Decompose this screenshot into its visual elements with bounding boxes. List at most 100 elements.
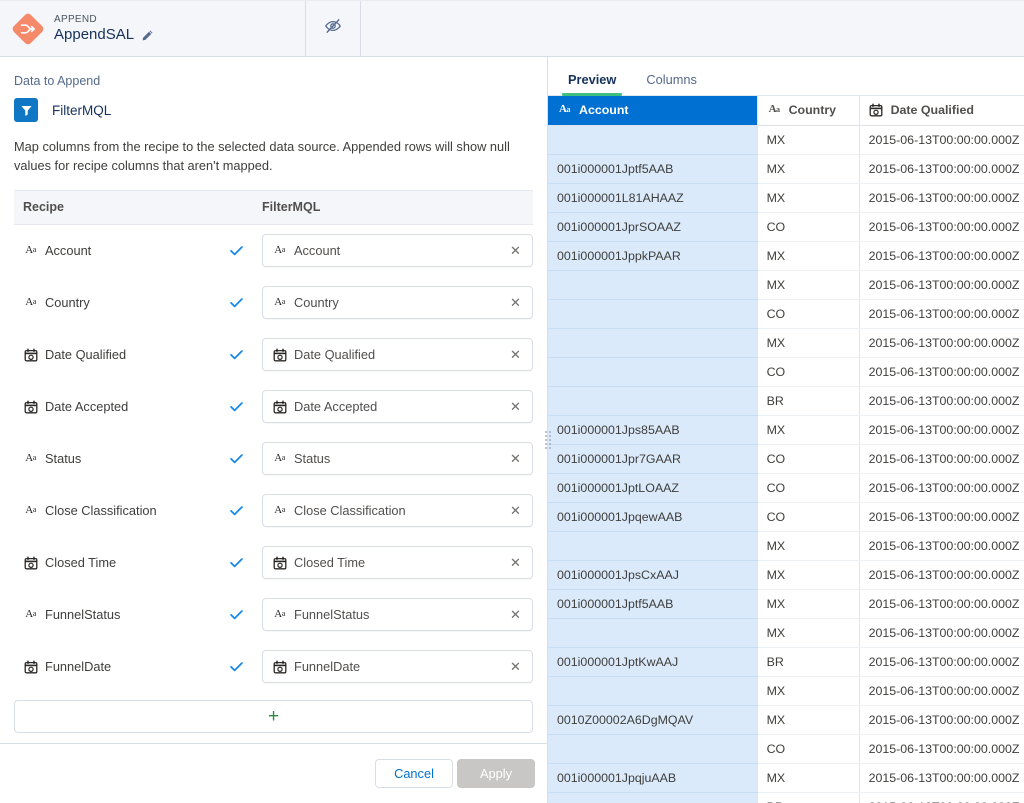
grid-cell: 2015-06-13T00:00:00.000Z	[859, 154, 1024, 184]
apply-button: Apply	[457, 759, 535, 788]
close-icon[interactable]: ✕	[508, 295, 523, 310]
text-type-icon: Aa	[274, 607, 285, 620]
mapping-status-check	[210, 555, 262, 570]
target-column-label: FunnelDate	[294, 659, 361, 675]
grid-column-header[interactable]: Aa Account	[548, 96, 758, 126]
grid-cell: 2015-06-13T00:00:00.000Z	[859, 270, 1024, 300]
data-to-append-label: Data to Append	[14, 74, 101, 88]
close-icon[interactable]: ✕	[508, 243, 523, 258]
target-column-select[interactable]: Aa Close Classification ✕	[262, 494, 533, 528]
mapping-panel: Data to Append FilterMQL Map columns fro…	[0, 57, 551, 803]
mapping-rows: Aa Account Aa Account ✕ Aa Country Aa Country ✕ Da…	[14, 225, 533, 693]
grid-cell: 2015-06-13T00:00:00.000Z	[859, 415, 1024, 445]
preview-grid: AaAccountAaCountryDate QualifiedDate MX2…	[548, 96, 1024, 803]
grid-cell: BR	[757, 792, 860, 803]
tab-columns[interactable]: Columns	[643, 72, 700, 95]
grid-cell: 2015-06-13T00:00:00.000Z	[859, 589, 1024, 619]
toggle-preview-button[interactable]	[306, 1, 361, 56]
grid-header-row: AaAccountAaCountryDate QualifiedDate	[548, 96, 1024, 126]
grid-cell: MX	[757, 183, 860, 213]
date-type-icon	[272, 659, 287, 674]
text-type-icon: Aa	[25, 295, 36, 308]
grid-row: MX2015-06-13T00:00:00.000Z2015-06	[548, 125, 1024, 155]
pencil-icon[interactable]	[141, 29, 154, 42]
selected-source-row[interactable]: FilterMQL	[14, 98, 533, 122]
cancel-button[interactable]: Cancel	[375, 759, 453, 788]
grid-row: 0010Z00002A6DgMQAV MX 2015-06-13T00:00:00.…	[548, 705, 1024, 735]
filter-funnel-icon	[14, 98, 38, 122]
append-node-editor: APPEND AppendSAL Data to Append FilterMQ…	[0, 0, 1024, 803]
recipe-column-label: Closed Time	[45, 555, 117, 571]
recipe-column-name: Aa Account	[14, 243, 210, 258]
pane-resize-handle[interactable]	[544, 429, 553, 451]
grid-row: CO2015-06-13T00:00:00.000Z2015-06	[548, 357, 1024, 387]
target-column-select[interactable]: Aa Country ✕	[262, 286, 533, 320]
add-mapping-button[interactable]: +	[14, 699, 533, 733]
target-column-select[interactable]: Aa Status ✕	[262, 442, 533, 476]
tab-preview[interactable]: Preview	[561, 72, 623, 96]
preview-panel: Preview Columns Aa Account Aa Country Date Qu…	[548, 57, 1024, 803]
grid-column-header[interactable]: Aa Country	[757, 96, 860, 126]
grid-cell: MX	[757, 589, 860, 619]
eye-slash-icon	[324, 17, 342, 40]
grid-row: 001i000001L81AHAAZ MX 2015-06-13T00:00:00.…	[548, 183, 1024, 213]
grid-column-header[interactable]: Date Qualified	[859, 96, 1024, 126]
grid-row: MX2015-06-13T00:00:00.000Z2015-06	[548, 618, 1024, 648]
grid-cell: CO	[757, 357, 860, 387]
grid-row: 001i000001JpqewAAB CO 2015-06-13T00:00:00.…	[548, 502, 1024, 532]
grid-cell	[548, 270, 758, 300]
target-column-select[interactable]: Date Accepted ✕	[262, 390, 533, 424]
grid-cell	[548, 357, 758, 387]
close-icon[interactable]: ✕	[508, 399, 523, 414]
grid-cell: 2015-06-13T00:00:00.000Z	[859, 531, 1024, 561]
text-type-icon: Aa	[25, 503, 36, 516]
date-type-icon	[272, 555, 287, 570]
grid-cell: 2015-06-13T00:00:00.000Z	[859, 125, 1024, 155]
text-type-icon: Aa	[274, 451, 285, 464]
grid-cell: 2015-06-13T00:00:00.000Z	[859, 299, 1024, 329]
target-column-select[interactable]: Closed Time ✕	[262, 546, 533, 580]
grid-cell	[548, 531, 758, 561]
grid-cell: 001i000001Jptf5AAB	[548, 154, 758, 184]
grid-cell: 2015-06-13T00:00:00.000Z	[859, 560, 1024, 590]
grid-cell	[548, 299, 758, 329]
grid-cell: MX	[757, 328, 860, 358]
close-icon[interactable]: ✕	[508, 607, 523, 622]
editor-body: Data to Append FilterMQL Map columns fro…	[0, 57, 1024, 803]
close-icon[interactable]: ✕	[508, 451, 523, 466]
grid-cell: MX	[757, 560, 860, 590]
grid-row: 001i000001JprSOAAZ CO 2015-06-13T00:00:00.…	[548, 212, 1024, 242]
grid-cell: 2015-06-13T00:00:00.000Z	[859, 386, 1024, 416]
node-identity-cell[interactable]: APPEND AppendSAL	[0, 1, 306, 56]
target-column-select[interactable]: FunnelDate ✕	[262, 650, 533, 684]
mapping-table-header: Recipe FilterMQL	[14, 189, 533, 225]
target-column-select[interactable]: Aa FunnelStatus ✕	[262, 598, 533, 632]
grid-column-label: Country	[788, 103, 837, 118]
text-type-icon: Aa	[768, 103, 780, 116]
check-icon	[229, 506, 243, 516]
grid-cell	[548, 125, 758, 155]
grid-cell	[548, 676, 758, 706]
text-type-icon: Aa	[274, 243, 285, 256]
check-icon	[229, 558, 243, 568]
target-column-select[interactable]: Aa Account ✕	[262, 234, 533, 268]
grid-cell: MX	[757, 415, 860, 445]
target-column-label: Closed Time	[294, 555, 366, 571]
grid-row: 001i000001Jpr7GAAR CO 2015-06-13T00:00:00.…	[548, 444, 1024, 474]
close-icon[interactable]: ✕	[508, 347, 523, 362]
check-icon	[229, 454, 243, 464]
grid-cell: 2015-06-13T00:00:00.000Z	[859, 328, 1024, 358]
grid-cell: 2015-06-13T00:00:00.000Z	[859, 705, 1024, 735]
grid-cell: BR	[757, 647, 860, 677]
grid-row: 001i000001Jps85AAB MX 2015-06-13T00:00:00.…	[548, 415, 1024, 445]
mapping-scroll-area: Data to Append FilterMQL Map columns fro…	[0, 57, 547, 743]
close-icon[interactable]: ✕	[508, 503, 523, 518]
close-icon[interactable]: ✕	[508, 555, 523, 570]
target-column-select[interactable]: Date Qualified ✕	[262, 338, 533, 372]
target-column-label: Status	[294, 451, 331, 467]
grid-body: MX2015-06-13T00:00:00.000Z2015-06001i000…	[548, 125, 1024, 803]
preview-grid-scroll[interactable]: AaAccountAaCountryDate QualifiedDate MX2…	[548, 96, 1024, 803]
grid-cell: MX	[757, 241, 860, 271]
grid-cell: BR	[757, 386, 860, 416]
close-icon[interactable]: ✕	[508, 659, 523, 674]
